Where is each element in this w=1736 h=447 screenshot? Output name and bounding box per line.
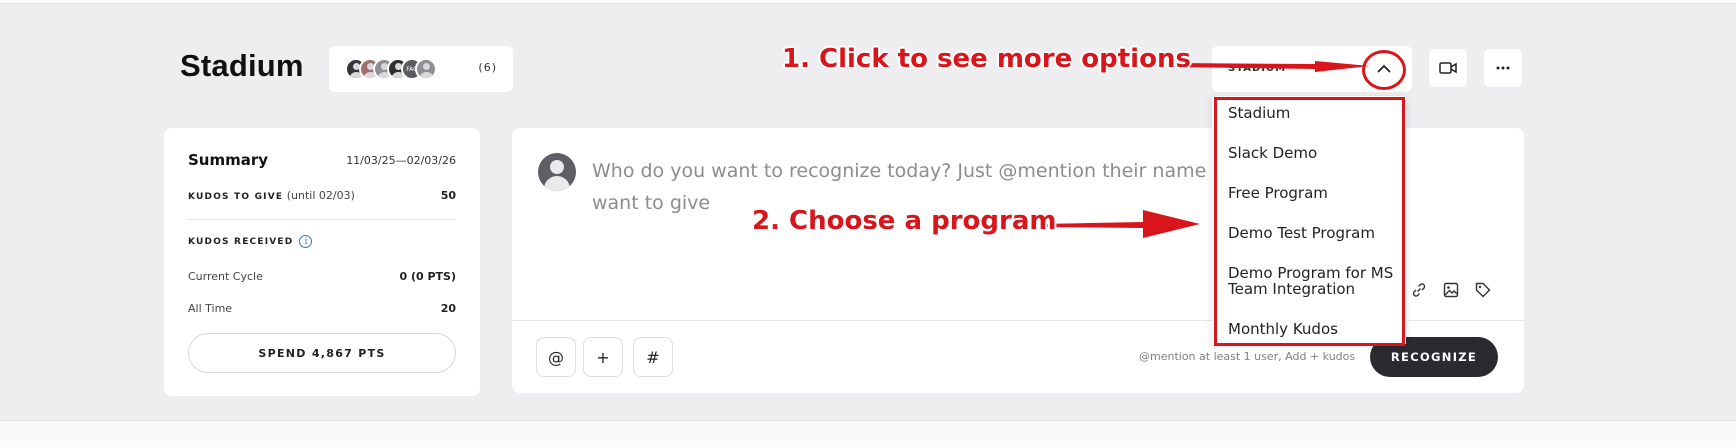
annotation-step1: 1. Click to see more options — [782, 44, 1191, 74]
arrow-step1 — [1170, 61, 1370, 72]
bottom-strip — [0, 420, 1736, 447]
arrow-step2 — [1040, 210, 1200, 238]
annotation-step2: 2. Choose a program — [752, 206, 1057, 236]
